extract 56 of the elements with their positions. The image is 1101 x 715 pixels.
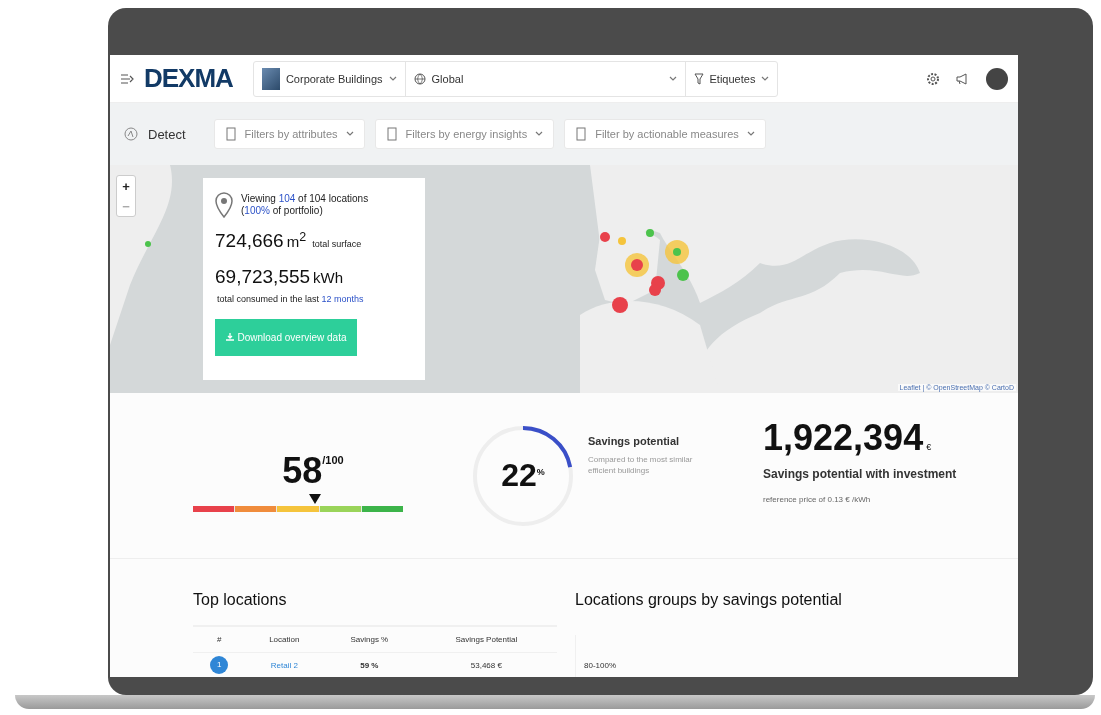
section-title: Detect xyxy=(148,126,186,142)
savings-percent: 22 xyxy=(501,457,537,494)
surface-unit: m$^{2}$ xyxy=(286,233,307,250)
viewing-text: Viewing 104 of 104 locations xyxy=(241,193,369,205)
tags-dropdown[interactable]: Etiquetes xyxy=(685,61,778,96)
filter-dropdown[interactable]: Filters by attributes xyxy=(213,119,365,149)
chevron-down-icon xyxy=(345,131,354,137)
portfolio-text: (100% of portfolio) xyxy=(241,205,324,217)
currency-unit: € xyxy=(926,442,932,452)
chevron-down-icon xyxy=(388,75,397,82)
location-link[interactable]: Retail 2 xyxy=(270,660,298,670)
download-icon xyxy=(225,333,234,342)
investment-value: 1,922,394 xyxy=(763,417,924,458)
filter-dropdown[interactable]: Filter by actionable measures xyxy=(564,119,766,149)
rank-badge: 1 xyxy=(210,656,229,674)
savings-potential-cell: 53,468 € xyxy=(415,652,557,677)
investment-title: Savings potential with investment xyxy=(763,467,957,481)
consumption-label: total consumed in the last 12 months xyxy=(217,294,365,305)
zoom-in-button[interactable]: + xyxy=(117,176,135,196)
menu-icon[interactable] xyxy=(120,73,134,84)
period-link[interactable]: 12 months xyxy=(321,294,364,304)
surface-label: total surface xyxy=(312,239,362,249)
gauge-title: Savings potential xyxy=(588,435,681,448)
column-header: Savings Potential xyxy=(415,626,557,653)
region-dropdown[interactable]: Global xyxy=(405,61,686,96)
savings-percent-cell: 59 % xyxy=(323,652,416,677)
filter-icon xyxy=(693,72,704,85)
building-thumbnail xyxy=(261,67,280,90)
logo[interactable]: DEXMA xyxy=(144,63,233,94)
filter-dropdown[interactable]: Filters by energy insights xyxy=(374,119,555,149)
percent-link[interactable]: 100% xyxy=(244,205,270,216)
count-link[interactable]: 104 xyxy=(278,193,296,204)
percent-unit: % xyxy=(536,466,545,477)
megaphone-icon[interactable] xyxy=(956,72,970,85)
column-header: Location xyxy=(245,626,323,653)
category-label: 80-100% xyxy=(584,660,617,670)
surface-value: 724,666 xyxy=(215,230,284,251)
chevron-down-icon xyxy=(668,75,677,82)
column-header: Savings % xyxy=(323,626,416,653)
score-max: /100 xyxy=(322,453,344,466)
reference-price: reference price of 0.13 € /kWh xyxy=(763,495,872,504)
consumption-unit: kWh xyxy=(313,269,344,286)
location-pin-icon xyxy=(215,192,233,218)
chevron-down-icon xyxy=(761,75,770,82)
column-header: # xyxy=(193,626,246,653)
consumption-value: 69,723,555 xyxy=(215,266,311,287)
top-locations-title: Top locations xyxy=(193,591,288,609)
chevron-down-icon xyxy=(746,131,755,137)
chevron-down-icon xyxy=(535,131,544,137)
score-value: 58 xyxy=(282,449,323,492)
avatar[interactable] xyxy=(986,67,1008,90)
globe-icon xyxy=(413,72,426,85)
gauge-description: Compared to the most similar efficient buildings xyxy=(588,455,694,476)
groups-title: Locations groups by savings potential xyxy=(575,591,843,609)
building-dropdown[interactable]: Corporate Buildings xyxy=(253,61,406,96)
settings-icon[interactable] xyxy=(926,71,940,86)
